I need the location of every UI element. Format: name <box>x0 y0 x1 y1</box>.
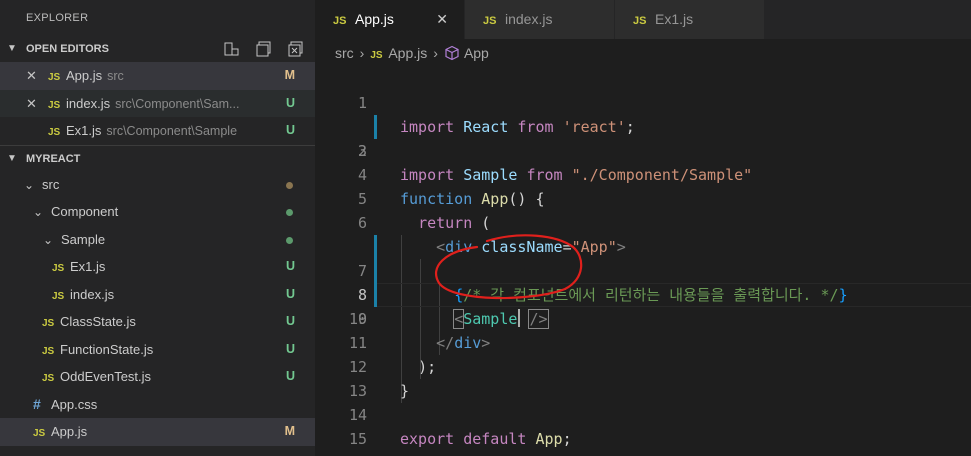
untracked-dot <box>286 209 293 216</box>
js-file-icon: JS <box>42 373 55 384</box>
tree-folder[interactable]: ⌄ Component <box>0 198 315 226</box>
git-status-badge: U <box>285 286 295 301</box>
git-status-badge: U <box>285 341 295 356</box>
code-line: 9 <box>315 259 971 328</box>
js-file-icon: JS <box>48 72 61 83</box>
close-icon[interactable]: ✕ <box>26 62 37 90</box>
tree-file[interactable]: # App.css <box>0 391 315 419</box>
js-file-icon: JS <box>48 99 61 111</box>
git-status-badge: M <box>284 424 295 438</box>
git-status-badge: U <box>285 259 295 273</box>
chevron-down-icon: ▼ <box>7 152 17 164</box>
code-line: 4 function App() { <box>357 166 545 208</box>
editor-area: JS App.js ✕ JS index.js JS Ex1.js src › JS App… <box>315 0 971 456</box>
git-status-badge: U <box>285 123 295 137</box>
git-status-badge: U <box>285 95 295 110</box>
git-status-badge: U <box>285 369 295 383</box>
open-editor-item[interactable]: ✕ JS index.js src\Component\Sam... U <box>0 89 315 118</box>
tree-file[interactable]: JS App.js M <box>0 418 315 446</box>
git-status-badge: M <box>284 68 295 82</box>
code-line: 8 <Sample /> <box>315 235 971 329</box>
tree-file[interactable]: JS OddEvenTest.js U <box>0 363 315 391</box>
code-line: 6 <div className="App"> <box>357 214 626 256</box>
code-line: 3 <box>357 142 367 160</box>
save-all-icon[interactable] <box>255 40 273 58</box>
js-file-icon: JS <box>52 290 65 302</box>
annotation-circle <box>434 234 583 300</box>
chevron-right-icon: › <box>359 45 365 61</box>
js-file-icon: JS <box>42 318 55 329</box>
explorer-sidebar: EXPLORER ▼ OPEN EDITORS ✕ JS App.js src M … <box>0 0 315 456</box>
tree-file[interactable]: JS ClassState.js U <box>0 308 315 336</box>
code-line: 14 export default App; <box>348 406 572 448</box>
open-editor-item[interactable]: JS Ex1.js src\Component\Sample U <box>0 117 315 145</box>
open-editor-item[interactable]: ✕ JS App.js src M <box>0 62 315 90</box>
js-file-icon: JS <box>633 15 647 27</box>
close-all-editors-icon[interactable] <box>287 40 305 58</box>
chevron-right-icon: › <box>433 45 438 61</box>
code-line: 2 import Sample from "./Component/Sample… <box>315 91 971 184</box>
code-line: 15 <box>348 430 367 448</box>
code-line: 11 ); <box>348 334 437 376</box>
code-line: 1 import React from 'react'; <box>357 94 635 136</box>
js-file-icon: JS <box>370 50 383 61</box>
code-line: 12 } <box>348 358 410 400</box>
breadcrumb-file[interactable]: App.js <box>388 45 427 61</box>
tree-file[interactable]: JS Ex1.js U <box>0 253 315 281</box>
close-icon[interactable]: ✕ <box>26 90 37 118</box>
chevron-down-icon: ⌄ <box>43 232 54 247</box>
chevron-down-icon: ⌄ <box>24 177 35 192</box>
code-line: 7 {/* 각 컴포넌트에서 리턴하는 내용들을 출력합니다. */} <box>315 211 971 304</box>
project-header[interactable]: ▼ MYREACT <box>0 144 315 171</box>
js-file-icon: JS <box>48 127 61 138</box>
js-file-icon: JS <box>333 15 347 27</box>
open-editors-header[interactable]: ▼ OPEN EDITORS <box>0 36 315 62</box>
breadcrumb-symbol[interactable]: App <box>464 45 489 61</box>
js-file-icon: JS <box>42 345 55 357</box>
symbol-cube-icon <box>444 42 460 70</box>
code-line: 10 </div> <box>348 310 491 352</box>
tree-file[interactable]: JS FunctionState.js U <box>0 336 315 364</box>
breadcrumb: src › JS App.js › App <box>315 39 971 67</box>
tab-index-js[interactable]: JS index.js <box>465 0 615 39</box>
js-file-icon: JS <box>52 263 65 274</box>
tab-app-js[interactable]: JS App.js ✕ <box>315 0 465 39</box>
tree-folder[interactable]: ⌄ src <box>0 171 315 199</box>
new-untitled-file-icon[interactable] <box>223 40 241 58</box>
chevron-down-icon: ▼ <box>7 43 17 54</box>
js-file-icon: JS <box>33 428 46 439</box>
git-status-badge: U <box>285 314 295 328</box>
code-line: 5 return ( <box>357 190 491 232</box>
js-file-icon: JS <box>483 15 497 27</box>
tab-bar: JS App.js ✕ JS index.js JS Ex1.js <box>315 0 971 39</box>
chevron-down-icon: ⌄ <box>33 205 44 219</box>
tree-file[interactable]: JS index.js U <box>0 281 315 309</box>
code-line: 13 <box>348 382 367 400</box>
tree-folder[interactable]: ⌄ Sample <box>0 226 315 254</box>
tab-ex1-js[interactable]: JS Ex1.js <box>615 0 765 39</box>
untracked-dot <box>286 236 293 244</box>
modified-dot <box>286 181 293 189</box>
css-file-icon: # <box>33 395 41 412</box>
explorer-title: EXPLORER <box>26 12 89 24</box>
breadcrumb-folder[interactable]: src <box>335 45 354 61</box>
close-icon[interactable]: ✕ <box>436 0 448 39</box>
